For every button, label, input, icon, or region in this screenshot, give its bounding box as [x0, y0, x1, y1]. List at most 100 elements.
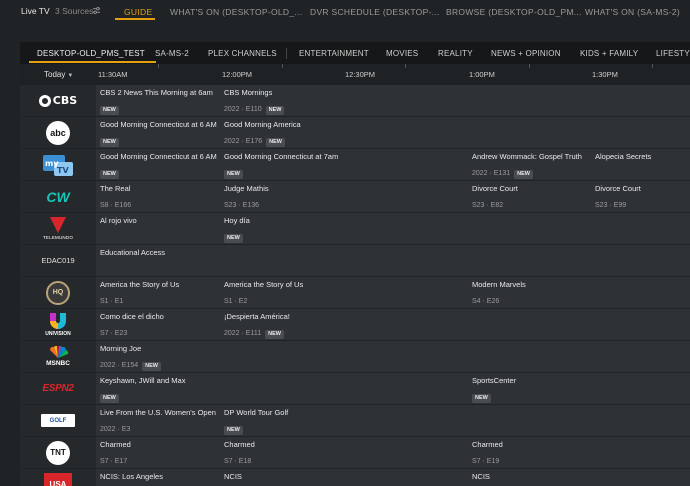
filter-sliders-icon[interactable] — [92, 6, 101, 15]
program-cell[interactable]: SportsCenter NEW — [468, 373, 690, 404]
program-cell[interactable]: Good Morning Connecticut at 7am NEW — [220, 149, 468, 180]
program-cell[interactable]: Charmed S7 · E17 — [96, 437, 220, 468]
usa-logo: USA — [44, 472, 72, 486]
time-slot: 12:30PM — [345, 70, 376, 79]
program-cell[interactable]: Alopecia Secrets — [591, 149, 690, 180]
category-lifestyle[interactable]: LIFESTYLE — [656, 49, 690, 58]
half-tick — [282, 64, 283, 68]
program-cell[interactable]: Divorce Court S23 · E99 — [591, 181, 690, 212]
program-cell[interactable]: DP World Tour Golf NEW — [220, 405, 690, 436]
svg-text:TV: TV — [57, 166, 69, 175]
channel-logo-tnt[interactable]: TNT — [20, 437, 96, 468]
channel-logo-mytv[interactable]: my TV — [20, 149, 96, 180]
category-reality[interactable]: REALITY — [438, 49, 473, 58]
program-meta: S7 · E17 — [100, 458, 128, 465]
program-cell[interactable]: CBS 2 News This Morning at 6am NEW — [96, 85, 220, 116]
half-tick — [405, 64, 406, 68]
tnt-logo: TNT — [46, 440, 70, 465]
program-cell[interactable]: Como dice el dicho S7 · E23 — [96, 309, 220, 340]
program-cell[interactable]: Andrew Wommack: Gospel Truth 2022 · E131… — [468, 149, 591, 180]
channel-logo-univision[interactable]: UNIVISION — [20, 309, 96, 340]
program-meta: 2022 · E176 — [224, 138, 263, 145]
program-cell[interactable]: Good Morning Connecticut at 6 AM NEW — [96, 149, 220, 180]
category-news-opinion[interactable]: NEWS + OPINION — [491, 49, 561, 58]
program-title: Morning Joe — [100, 344, 142, 353]
program-cell[interactable]: NCIS — [220, 469, 468, 486]
channel-logo-golf[interactable]: GOLF — [20, 405, 96, 436]
program-cell[interactable]: America the Story of Us S1 · E2 — [220, 277, 468, 308]
category-entertainment[interactable]: ENTERTAINMENT — [299, 49, 369, 58]
program-cell[interactable]: Keyshawn, JWill and Max NEW — [96, 373, 468, 404]
channel-logo-hq[interactable]: HQ — [20, 277, 96, 308]
channel-logo-espn2[interactable]: ESPN2 — [20, 373, 96, 404]
time-slot: 1:30PM — [592, 70, 618, 79]
telemundo-logo: TELEMUNDO — [43, 217, 73, 240]
sources-count[interactable]: 3 Sources — [55, 6, 93, 16]
program-cell[interactable]: The Real S8 · E166 — [96, 181, 220, 212]
new-badge: NEW — [142, 362, 161, 371]
channel-logo-cw[interactable]: CW — [20, 181, 96, 212]
channel-logo-msnbc[interactable]: MSNBC — [20, 341, 96, 372]
program-title: Educational Access — [100, 248, 166, 257]
new-badge: NEW — [100, 138, 119, 147]
program-cell[interactable]: NCIS — [468, 469, 690, 486]
channel-logo-usa[interactable]: USA — [20, 469, 96, 486]
program-meta: S1 · E2 — [224, 298, 248, 305]
program-cell[interactable]: Modern Marvels S4 · E26 — [468, 277, 690, 308]
program-cell[interactable]: America the Story of Us S1 · E1 — [96, 277, 220, 308]
category-kids-family[interactable]: KIDS + FAMILY — [580, 49, 638, 58]
program-cell[interactable]: Good Morning America 2022 · E176 NEW — [220, 117, 690, 148]
program-cell[interactable]: Morning Joe 2022 · E154 NEW — [96, 341, 690, 372]
program-meta: 2022 · E3 — [100, 426, 131, 433]
category-desktop-old-pms-test[interactable]: DESKTOP-OLD_PMS_TEST — [37, 49, 145, 58]
channel-row: HQ America the Story of Us S1 · E1 Ameri… — [20, 277, 690, 308]
program-title: Alopecia Secrets — [595, 152, 652, 161]
program-title: Como dice el dicho — [100, 312, 164, 321]
program-cell[interactable]: Judge Mathis S23 · E136 — [220, 181, 468, 212]
program-title: Judge Mathis — [224, 184, 269, 193]
program-title: Good Morning Connecticut at 6 AM — [100, 152, 217, 161]
msnbc-logo-text: MSNBC — [46, 360, 70, 367]
program-title: ¡Despierta América! — [224, 312, 290, 321]
new-badge: NEW — [265, 330, 284, 339]
channel-row: CBS CBS 2 News This Morning at 6am NEW C… — [20, 85, 690, 116]
program-cell[interactable]: ¡Despierta América! 2022 · E111 NEW — [220, 309, 690, 340]
program-cell[interactable]: Educational Access — [96, 245, 690, 276]
program-meta: S7 · E19 — [472, 458, 500, 465]
msnbc-logo: MSNBC — [46, 346, 70, 367]
program-cell[interactable]: Charmed S7 · E19 — [468, 437, 690, 468]
day-selector[interactable]: Today ▼ — [44, 70, 73, 79]
category-movies[interactable]: MOVIES — [386, 49, 418, 58]
tab-whats-on-desktop[interactable]: WHAT'S ON (DESKTOP-OLD_... — [170, 7, 302, 17]
channel-row: CW The Real S8 · E166 Judge Mathis S23 ·… — [20, 181, 690, 212]
channel-logo-edac019[interactable]: EDAC019 — [20, 245, 96, 276]
program-meta: S23 · E99 — [595, 202, 627, 209]
chevron-down-icon: ▼ — [67, 73, 74, 79]
program-cell[interactable]: Al rojo vivo — [96, 213, 220, 244]
golf-logo: GOLF — [41, 414, 75, 427]
program-cell[interactable]: Divorce Court S23 · E82 — [468, 181, 591, 212]
category-sa-ms-2[interactable]: SA-MS-2 — [155, 49, 189, 58]
program-cell[interactable]: Live From the U.S. Women's Open 2022 · E… — [96, 405, 220, 436]
program-cell[interactable]: Good Morning Connecticut at 6 AM NEW — [96, 117, 220, 148]
tab-whats-on-sa-ms-2[interactable]: WHAT'S ON (SA-MS-2) — [585, 7, 680, 17]
program-cell[interactable]: CBS Mornings 2022 · E110 NEW — [220, 85, 690, 116]
univision-u-icon — [50, 313, 66, 329]
time-slot: 11:30AM — [98, 70, 128, 79]
app-title: Live TV 3 Sources — [21, 6, 93, 16]
category-plex-channels[interactable]: PLEX CHANNELS — [208, 49, 277, 58]
tab-browse[interactable]: BROWSE (DESKTOP-OLD_PM... — [446, 7, 582, 17]
tab-guide[interactable]: GUIDE — [124, 7, 152, 17]
program-cell[interactable]: Hoy día NEW — [220, 213, 690, 244]
tab-dvr-schedule[interactable]: DVR SCHEDULE (DESKTOP-... — [310, 7, 440, 17]
channel-logo-telemundo[interactable]: TELEMUNDO — [20, 213, 96, 244]
channel-row: UNIVISION Como dice el dicho S7 · E23 ¡D… — [20, 309, 690, 340]
channel-logo-cbs[interactable]: CBS — [20, 85, 96, 116]
program-cell[interactable]: Charmed S7 · E18 — [220, 437, 468, 468]
channel-logo-abc[interactable]: abc — [20, 117, 96, 148]
program-cell[interactable]: NCIS: Los Angeles — [96, 469, 220, 486]
time-slot: 1:00PM — [469, 70, 495, 79]
cbs-eye-icon — [38, 94, 51, 107]
new-badge: NEW — [472, 394, 491, 403]
category-active-underline — [29, 61, 156, 63]
